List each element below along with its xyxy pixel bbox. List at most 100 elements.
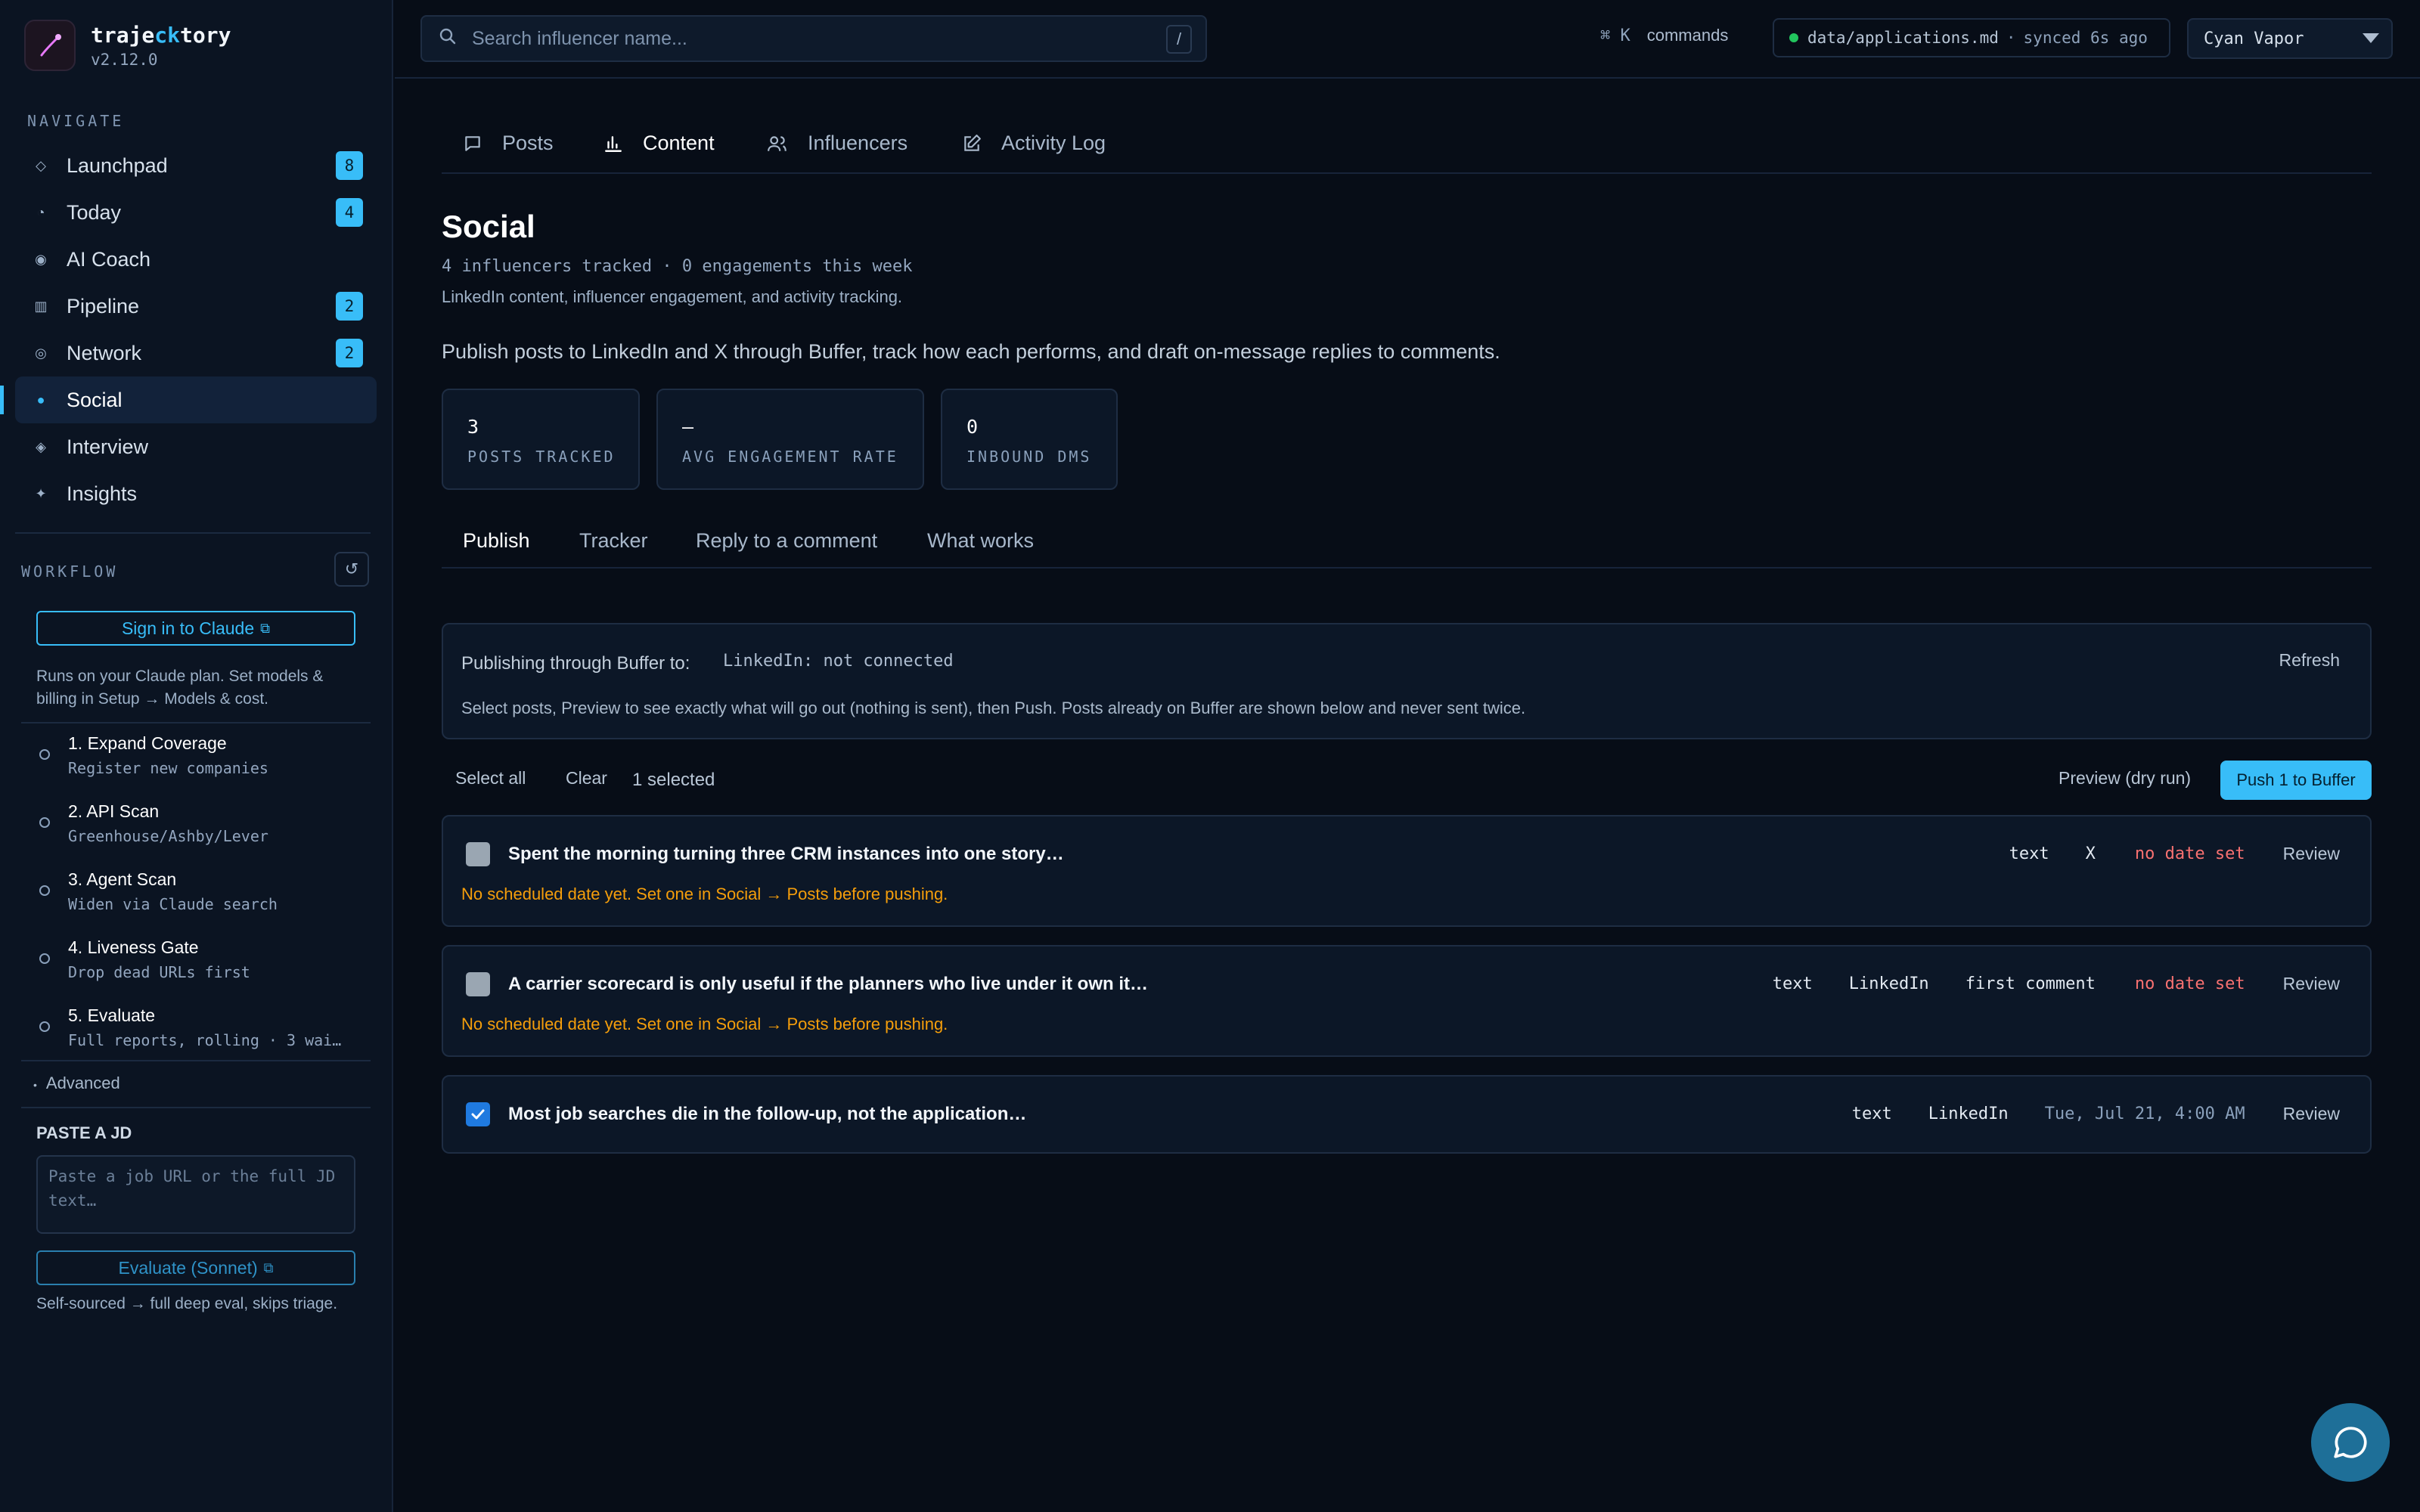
logo-icon xyxy=(24,20,76,71)
post-warning: No scheduled date yet. Set one in Social… xyxy=(461,1015,948,1033)
publish-target-card: Publishing through Buffer to: LinkedIn: … xyxy=(442,623,2372,739)
sidebar-item-network[interactable]: ◎ Network 2 xyxy=(15,330,377,376)
stat-value: 3 xyxy=(467,416,479,438)
search-input[interactable]: Search influencer name... / xyxy=(420,15,1207,62)
workflow-step[interactable]: 2. API Scan Greenhouse/Ashby/Lever xyxy=(30,791,371,859)
sync-file: data/applications.md xyxy=(1807,29,1999,47)
divider xyxy=(21,1107,371,1108)
divider xyxy=(21,1060,371,1061)
clear-button[interactable]: Clear xyxy=(566,768,607,789)
subtab-bar: Publish Tracker Reply to a comment What … xyxy=(442,520,2372,569)
count-badge: 8 xyxy=(336,151,363,180)
post-type: text xyxy=(1772,974,1813,993)
subtab-publish[interactable]: Publish xyxy=(463,529,530,553)
nav-label: AI Coach xyxy=(67,247,151,271)
selected-count: 1 selected xyxy=(632,770,715,790)
theme-select[interactable]: Cyan Vapor xyxy=(2187,18,2393,59)
page-tagline: LinkedIn content, influencer engagement,… xyxy=(442,287,903,306)
review-button[interactable]: Review xyxy=(2283,974,2340,994)
step-status-icon xyxy=(39,1021,50,1032)
clock-icon: ◔ xyxy=(36,204,45,220)
sidebar-item-launchpad[interactable]: ◇ Launchpad 8 xyxy=(15,142,377,189)
users-icon xyxy=(768,135,786,151)
page-title: Social xyxy=(442,209,535,244)
preview-button[interactable]: Preview (dry run) xyxy=(2059,768,2191,789)
select-all-button[interactable]: Select all xyxy=(455,768,526,789)
post-warning: No scheduled date yet. Set one in Social… xyxy=(461,885,948,903)
tab-posts[interactable]: Posts xyxy=(463,132,554,155)
sidebar-item-ai-coach[interactable]: ◉ AI Coach xyxy=(15,236,377,283)
command-palette-hint[interactable]: ⌘ K commands xyxy=(1600,26,1728,45)
nav-label: Launchpad xyxy=(67,153,168,177)
workflow-step[interactable]: 5. Evaluate Full reports, rolling · 3 wa… xyxy=(30,995,371,1063)
button-label: Evaluate (Sonnet) xyxy=(118,1257,258,1278)
ring-icon: ◎ xyxy=(35,345,47,361)
post-date: no date set xyxy=(2134,974,2245,993)
selection-toolbar: Select all Clear 1 selected Preview (dry… xyxy=(442,753,2372,806)
subtab-tracker[interactable]: Tracker xyxy=(579,529,648,553)
sidebar-item-pipeline[interactable]: ▥ Pipeline 2 xyxy=(15,283,377,330)
sync-status[interactable]: data/applications.md · synced 6s ago xyxy=(1773,18,2170,57)
workflow-step[interactable]: 4. Liveness Gate Drop dead URLs first xyxy=(30,927,371,995)
search-shortcut-key: / xyxy=(1166,25,1192,54)
evaluate-button[interactable]: Evaluate (Sonnet) ⧉ xyxy=(36,1250,355,1285)
jd-input[interactable]: Paste a job URL or the full JD text… xyxy=(36,1155,355,1234)
diamond-icon: ◇ xyxy=(36,157,46,173)
stat-card: — AVG ENGAGEMENT RATE xyxy=(656,389,924,490)
nav-label: Today xyxy=(67,200,122,224)
post-title: Spent the morning turning three CRM inst… xyxy=(508,844,1064,864)
navigate-label: NAVIGATE xyxy=(27,112,125,130)
post-row[interactable]: A carrier scorecard is only useful if th… xyxy=(442,945,2372,1057)
advanced-toggle[interactable]: • Advanced xyxy=(33,1074,120,1093)
post-checkbox[interactable] xyxy=(466,1102,490,1126)
status-dot-icon xyxy=(1789,33,1798,42)
post-extra: first comment xyxy=(1965,974,2096,993)
tab-bar: Posts Content Influencers Activity Log xyxy=(442,121,2372,174)
reset-workflow-button[interactable]: ↺ xyxy=(334,552,369,587)
step-subtitle: Register new companies xyxy=(68,759,268,777)
step-title: 2. API Scan xyxy=(68,801,160,821)
sidebar-item-social[interactable]: ● Social xyxy=(0,376,377,423)
sidebar-item-insights[interactable]: ✦ Insights xyxy=(15,470,377,517)
post-tags: text LinkedIn first comment no date set … xyxy=(1736,974,2340,994)
post-checkbox[interactable] xyxy=(466,972,490,996)
post-date: no date set xyxy=(2134,844,2245,863)
refresh-button[interactable]: Refresh xyxy=(2279,650,2340,671)
step-title: 4. Liveness Gate xyxy=(68,937,199,957)
tab-activity-log[interactable]: Activity Log xyxy=(962,132,1106,155)
tab-content[interactable]: Content xyxy=(603,132,715,155)
count-badge: 2 xyxy=(336,292,363,321)
search-placeholder: Search influencer name... xyxy=(472,27,687,49)
tab-influencers[interactable]: Influencers xyxy=(767,132,908,155)
stat-label: POSTS TRACKED xyxy=(467,448,616,466)
review-button[interactable]: Review xyxy=(2283,1104,2340,1124)
chat-button[interactable] xyxy=(2311,1403,2390,1482)
subtab-what-works[interactable]: What works xyxy=(927,529,1034,553)
post-type: text xyxy=(1851,1105,1892,1123)
post-row[interactable]: Most job searches die in the follow-up, … xyxy=(442,1075,2372,1154)
sidebar-item-interview[interactable]: ◈ Interview xyxy=(15,423,377,470)
post-checkbox[interactable] xyxy=(466,842,490,866)
workflow-step[interactable]: 3. Agent Scan Widen via Claude search xyxy=(30,859,371,927)
review-button[interactable]: Review xyxy=(2283,844,2340,864)
nav-list: ◇ Launchpad 8 ◔ Today 4 ◉ AI Coach ▥ Pip… xyxy=(0,142,377,517)
stat-label: AVG ENGAGEMENT RATE xyxy=(682,448,898,466)
step-subtitle: Greenhouse/Ashby/Lever xyxy=(68,827,268,845)
plan-note: Runs on your Claude plan. Set models & b… xyxy=(36,668,324,708)
post-row[interactable]: Spent the morning turning three CRM inst… xyxy=(442,815,2372,927)
count-badge: 2 xyxy=(336,339,363,367)
chat-icon xyxy=(2334,1427,2367,1458)
nav-label: Pipeline xyxy=(67,294,140,318)
step-status-icon xyxy=(39,749,50,760)
subtab-reply[interactable]: Reply to a comment xyxy=(696,529,877,553)
sparkle-icon: ✦ xyxy=(35,485,47,501)
diamond-dot-icon: ◈ xyxy=(36,438,46,454)
sidebar-item-today[interactable]: ◔ Today 4 xyxy=(15,189,377,236)
bar-chart-icon xyxy=(605,135,622,152)
post-network: LinkedIn xyxy=(1928,1105,2009,1123)
brand[interactable]: trajecktory v2.12.0 xyxy=(24,20,231,71)
workflow-step[interactable]: 1. Expand Coverage Register new companie… xyxy=(30,723,371,791)
count-badge: 4 xyxy=(336,198,363,227)
push-to-buffer-button[interactable]: Push 1 to Buffer xyxy=(2220,761,2372,800)
sign-in-claude-button[interactable]: Sign in to Claude ⧉ xyxy=(36,611,355,646)
